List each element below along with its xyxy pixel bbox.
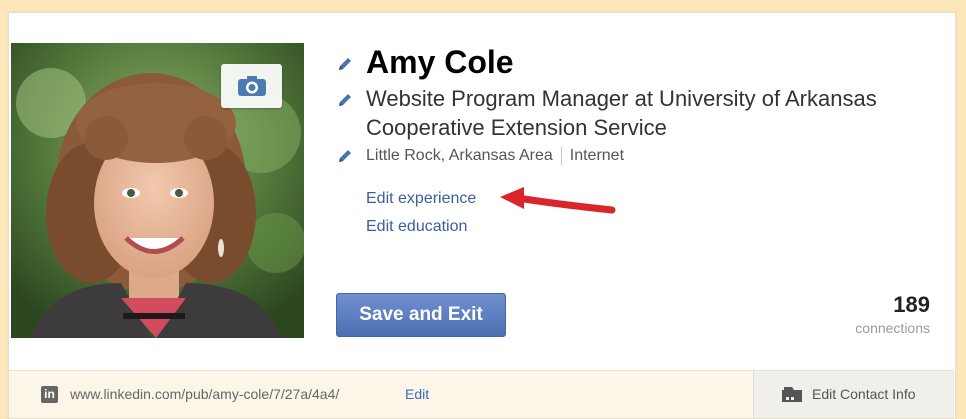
edit-headline-pencil-icon[interactable] bbox=[337, 92, 353, 108]
edit-name-pencil-icon[interactable] bbox=[337, 56, 353, 72]
profile-name: Amy Cole bbox=[366, 44, 514, 80]
profile-location: Little Rock, Arkansas Area bbox=[366, 147, 553, 164]
edit-url-link[interactable]: Edit bbox=[405, 386, 429, 402]
location-industry-row: Little Rock, Arkansas Area Internet bbox=[366, 146, 624, 166]
profile-industry: Internet bbox=[569, 147, 625, 164]
red-arrow-annotation bbox=[500, 187, 616, 214]
divider bbox=[560, 146, 562, 165]
profile-headline: Website Program Manager at University of… bbox=[366, 86, 877, 140]
connections-count[interactable]: 189 bbox=[893, 292, 930, 318]
edit-contact-info-label: Edit Contact Info bbox=[812, 386, 916, 402]
profile-footer: in www.linkedin.com/pub/amy-cole/7/27a/4… bbox=[9, 370, 954, 418]
edit-location-pencil-icon[interactable] bbox=[337, 148, 353, 164]
edit-education-link[interactable]: Edit education bbox=[366, 217, 467, 237]
change-photo-button[interactable] bbox=[221, 64, 282, 108]
public-profile-url[interactable]: www.linkedin.com/pub/amy-cole/7/27a/4a4/ bbox=[70, 386, 339, 402]
save-and-exit-button[interactable]: Save and Exit bbox=[336, 293, 506, 337]
connections-label: connections bbox=[855, 320, 930, 336]
contact-card-icon bbox=[782, 387, 802, 402]
linkedin-icon: in bbox=[41, 386, 58, 403]
edit-contact-info-button[interactable]: Edit Contact Info bbox=[753, 371, 954, 418]
camera-icon bbox=[237, 76, 266, 96]
edit-experience-link[interactable]: Edit experience bbox=[366, 189, 476, 209]
